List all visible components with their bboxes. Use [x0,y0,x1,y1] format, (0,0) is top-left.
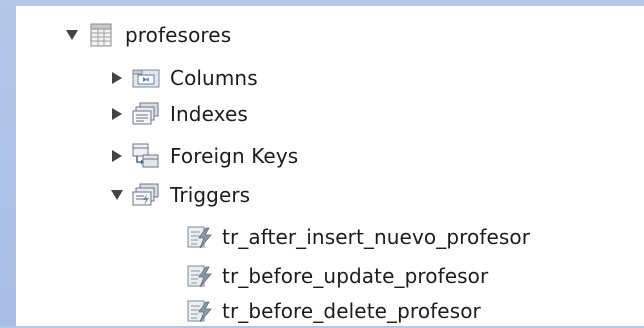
tree-node-trigger-item[interactable]: tr_after_insert_nuevo_profesor [186,220,530,254]
expanded-arrow-icon[interactable] [66,28,78,42]
tree-node-trigger-item[interactable]: tr_before_update_profesor [186,259,488,293]
collapsed-arrow-icon[interactable] [111,149,123,163]
trigger-icon [186,298,214,324]
collapsed-arrow-icon[interactable] [111,107,123,121]
table-icon [87,22,115,48]
tree-node-triggers[interactable]: Triggers [111,178,250,212]
trigger-icon [186,263,214,289]
tree-node-indexes[interactable]: Indexes [111,97,248,131]
tree-node-columns[interactable]: Columns [111,61,258,95]
tree-node-label: Indexes [170,102,248,126]
tree-node-trigger-item[interactable]: tr_before_delete_profesor [186,294,481,328]
triggers-folder-icon [132,182,160,208]
trigger-icon [186,224,214,250]
tree-node-label: Columns [170,66,258,90]
tree-node-label: tr_before_delete_profesor [222,299,481,323]
tree-node-label: Foreign Keys [170,144,299,168]
foreign-keys-folder-icon [132,143,160,169]
schema-tree-panel: profesores Columns Indexes Foreign Keys … [16,6,644,326]
tree-node-label: Triggers [170,183,251,207]
collapsed-arrow-icon[interactable] [111,71,123,85]
tree-node-label: tr_before_update_profesor [222,264,489,288]
tree-node-label: tr_after_insert_nuevo_profesor [222,225,531,249]
columns-folder-icon [132,65,160,91]
indexes-folder-icon [132,101,160,127]
tree-node-profesores[interactable]: profesores [66,18,231,52]
expanded-arrow-icon[interactable] [111,188,123,202]
tree-node-label: profesores [125,23,232,47]
tree-node-foreign-keys[interactable]: Foreign Keys [111,139,298,173]
